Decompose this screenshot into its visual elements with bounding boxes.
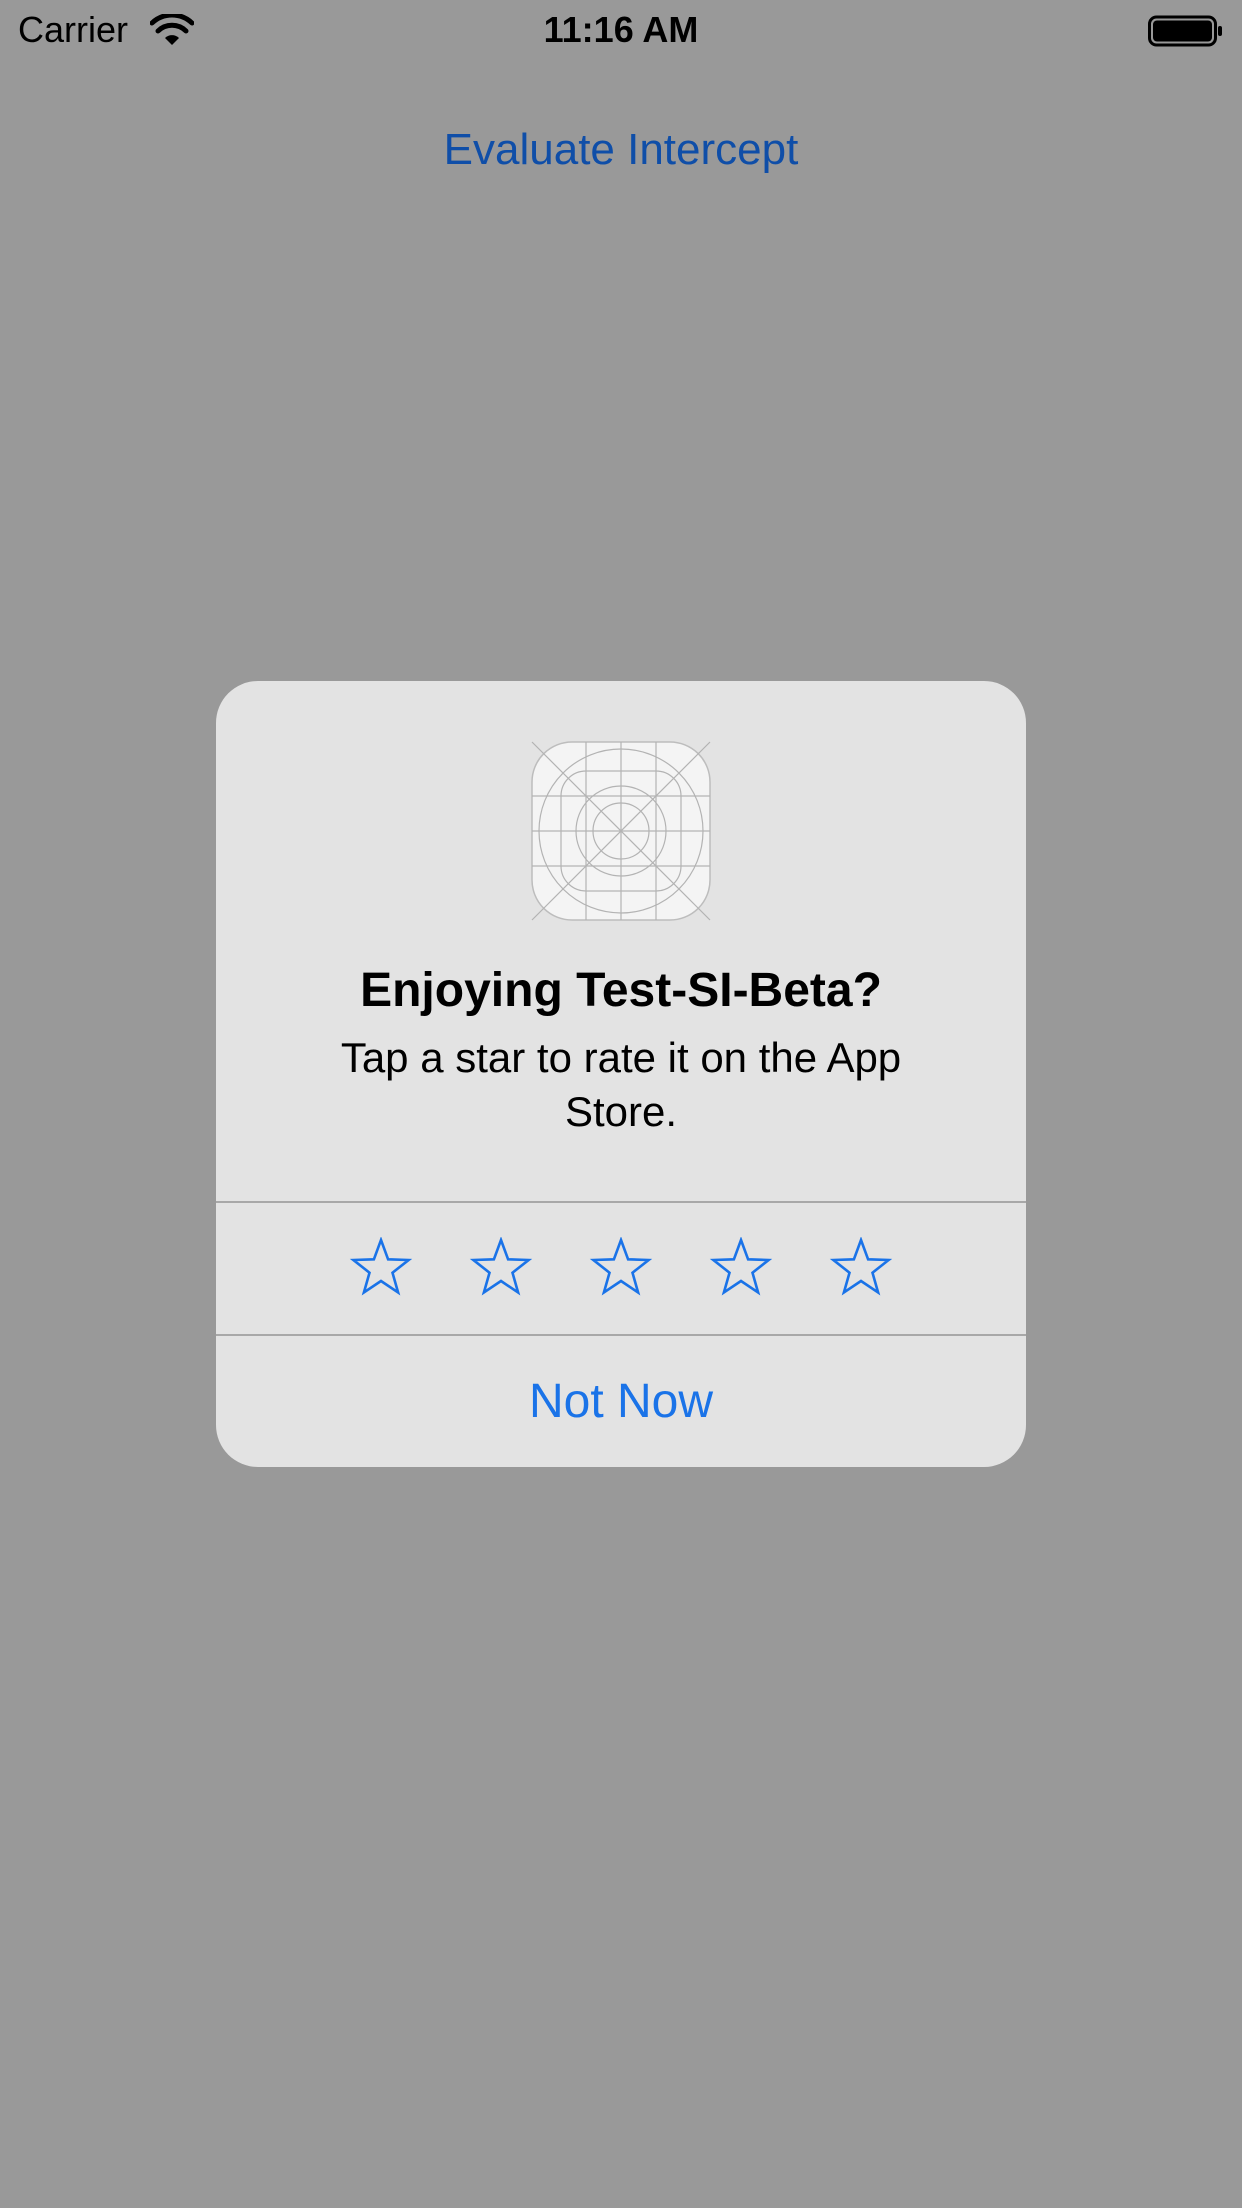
- status-time: 11:16 AM: [543, 9, 699, 50]
- evaluate-intercept-button[interactable]: Evaluate Intercept: [0, 120, 1242, 180]
- battery-icon: [1148, 15, 1222, 47]
- dialog-message: Tap a star to rate it on the App Store.: [340, 1034, 902, 1135]
- dialog-title: Enjoying Test-SI-Beta?: [360, 964, 882, 1017]
- star-3-icon[interactable]: [589, 1237, 653, 1301]
- app-icon-placeholder: [531, 741, 711, 921]
- star-4-icon[interactable]: [709, 1237, 773, 1301]
- star-rating: [216, 1203, 1026, 1334]
- rating-dialog: Enjoying Test-SI-Beta? Tap a star to rat…: [216, 681, 1026, 1467]
- star-5-icon[interactable]: [829, 1237, 893, 1301]
- status-bar: Carrier 11:16 AM: [0, 0, 1242, 60]
- star-1-icon[interactable]: [349, 1237, 413, 1301]
- star-2-icon[interactable]: [469, 1237, 533, 1301]
- not-now-button[interactable]: Not Now: [216, 1336, 1026, 1467]
